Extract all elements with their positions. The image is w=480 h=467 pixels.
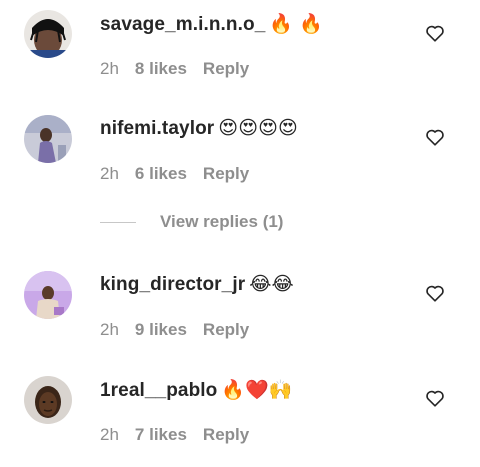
replies-divider (100, 222, 136, 224)
reply-button[interactable]: Reply (203, 59, 249, 79)
comment-meta: 2h 8 likes Reply (100, 59, 265, 79)
username[interactable]: savage_m.i.n.n.o_ 🔥 🔥 (100, 12, 323, 36)
reply-button[interactable]: Reply (203, 164, 249, 184)
view-replies-label[interactable]: View replies (1) (160, 212, 283, 231)
heart-outline-icon[interactable] (424, 22, 446, 44)
comment-emoji: 😂😂 (249, 273, 294, 295)
avatar[interactable] (24, 271, 72, 319)
username-text[interactable]: nifemi.taylor (100, 118, 214, 139)
likes-count[interactable]: 6 likes (135, 164, 187, 184)
comment-meta: 2h 6 likes Reply (100, 164, 265, 184)
username-text[interactable]: king_director_jr (100, 274, 245, 295)
timestamp: 2h (100, 59, 119, 78)
heart-outline-icon[interactable] (424, 387, 446, 409)
timestamp: 2h (100, 320, 119, 339)
timestamp: 2h (100, 164, 119, 183)
comment-emoji: 🔥 🔥 (269, 13, 324, 35)
username[interactable]: king_director_jr 😂😂 (100, 273, 294, 296)
comment-emoji: 😍😍😍😍 (218, 117, 298, 139)
heart-outline-icon[interactable] (424, 126, 446, 148)
username[interactable]: nifemi.taylor 😍😍😍😍 (100, 117, 298, 140)
likes-count[interactable]: 7 likes (135, 425, 187, 445)
avatar[interactable] (24, 115, 72, 163)
timestamp: 2h (100, 425, 119, 444)
avatar[interactable] (24, 10, 72, 58)
reply-button[interactable]: Reply (203, 425, 249, 445)
comment-emoji: 🔥❤️🙌 (221, 379, 293, 401)
avatar[interactable] (24, 376, 72, 424)
reply-button[interactable]: Reply (203, 320, 249, 340)
view-replies-button[interactable]: View replies (1) (100, 212, 283, 232)
heart-outline-icon[interactable] (424, 282, 446, 304)
username-text[interactable]: 1real__pablo (100, 380, 217, 401)
comment-meta: 2h 7 likes Reply (100, 425, 265, 445)
comment-meta: 2h 9 likes Reply (100, 320, 265, 340)
likes-count[interactable]: 9 likes (135, 320, 187, 340)
username[interactable]: 1real__pablo 🔥❤️🙌 (100, 378, 293, 402)
likes-count[interactable]: 8 likes (135, 59, 187, 79)
username-text[interactable]: savage_m.i.n.n.o_ (100, 14, 265, 35)
